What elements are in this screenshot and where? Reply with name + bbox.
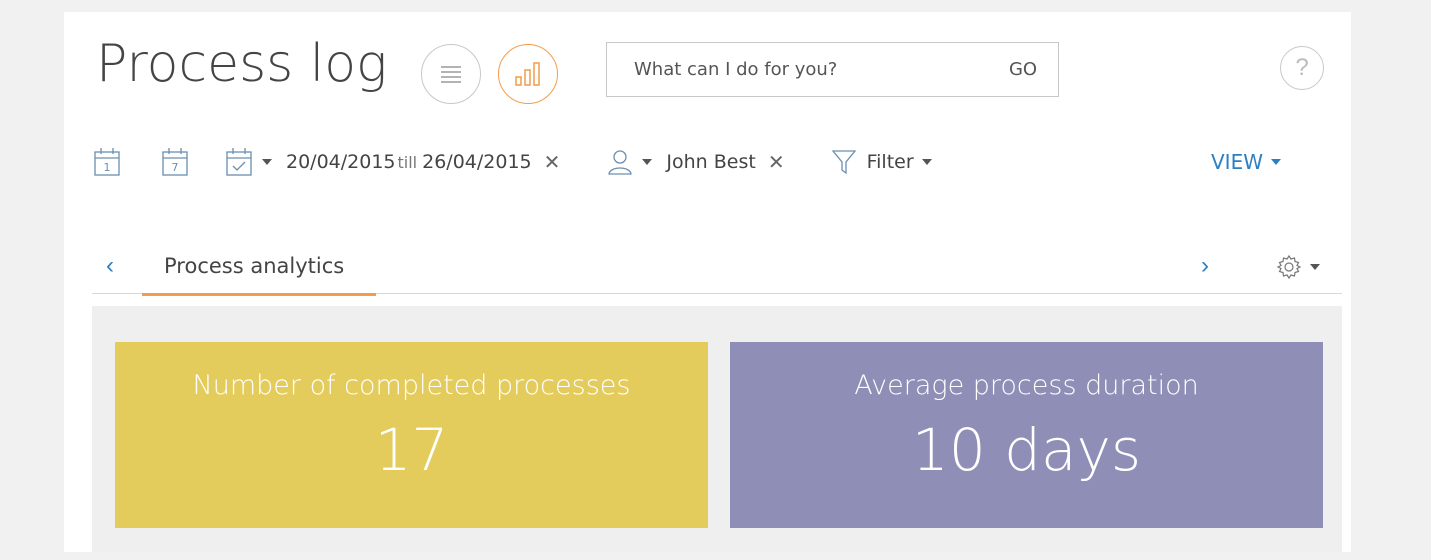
filter-icon (831, 150, 856, 175)
average-duration-tile[interactable]: Average process duration 10 days (730, 342, 1323, 528)
filter-label: Filter (866, 151, 914, 173)
list-icon (441, 66, 461, 83)
list-view-button[interactable] (421, 44, 481, 104)
period-calendar-dropdown[interactable] (224, 146, 272, 178)
page-title: Process log (96, 34, 388, 94)
view-dropdown[interactable]: VIEW (1211, 150, 1281, 174)
search-box: GO (606, 42, 1059, 97)
search-input[interactable] (607, 59, 988, 80)
active-tab-indicator (142, 293, 376, 296)
calendar-day-icon: 1 (94, 148, 120, 176)
week-calendar-button[interactable]: 7 (160, 146, 190, 178)
date-from[interactable]: 20/04/2015 (286, 151, 396, 173)
owner-dropdown[interactable] (606, 148, 653, 176)
go-button[interactable]: GO (988, 43, 1058, 96)
tab-label: Process analytics (164, 254, 345, 278)
clear-date-icon[interactable]: ✕ (544, 150, 561, 174)
tile-value: 10 days (911, 416, 1142, 484)
chevron-left-icon[interactable]: ‹ (106, 252, 114, 280)
calendar-check-icon (226, 148, 252, 176)
till-label: till (397, 152, 418, 172)
view-label: VIEW (1211, 150, 1263, 174)
tile-title: Number of completed processes (192, 370, 631, 401)
tile-value: 17 (374, 416, 449, 484)
completed-processes-tile[interactable]: Number of completed processes 17 (115, 342, 708, 528)
tile-title: Average process duration (854, 370, 1199, 401)
calendar-week-icon: 7 (162, 148, 188, 176)
tab-process-analytics[interactable]: Process analytics (142, 244, 376, 296)
process-log-page: Process log GO ? (64, 12, 1351, 552)
owner-name: John Best (666, 151, 756, 173)
help-button[interactable]: ? (1280, 46, 1324, 90)
svg-text:7: 7 (172, 161, 179, 174)
gear-icon (1276, 254, 1302, 280)
filter-dropdown[interactable]: Filter (831, 148, 932, 176)
chevron-down-icon (1310, 264, 1320, 270)
chevron-right-icon[interactable]: › (1201, 252, 1209, 280)
date-to[interactable]: 26/04/2015 (422, 151, 532, 173)
chevron-down-icon (1271, 159, 1281, 165)
chevron-down-icon (921, 159, 932, 165)
user-icon (608, 150, 633, 175)
filter-toolbar: 1 7 20/04/2015 till 26/04/2015 ✕ John Be… (92, 144, 932, 180)
tab-bar: ‹ Process analytics › (92, 244, 1342, 296)
tab-settings-dropdown[interactable] (1276, 254, 1320, 280)
help-icon: ? (1295, 54, 1309, 81)
svg-text:1: 1 (104, 161, 111, 174)
bar-chart-icon (515, 62, 540, 86)
analytics-view-button[interactable] (498, 44, 558, 104)
analytics-dashboard: Number of completed processes 17 Average… (92, 306, 1342, 552)
chevron-down-icon (642, 159, 653, 165)
clear-owner-icon[interactable]: ✕ (768, 150, 785, 174)
chevron-down-icon (262, 159, 272, 165)
day-calendar-button[interactable]: 1 (92, 146, 122, 178)
